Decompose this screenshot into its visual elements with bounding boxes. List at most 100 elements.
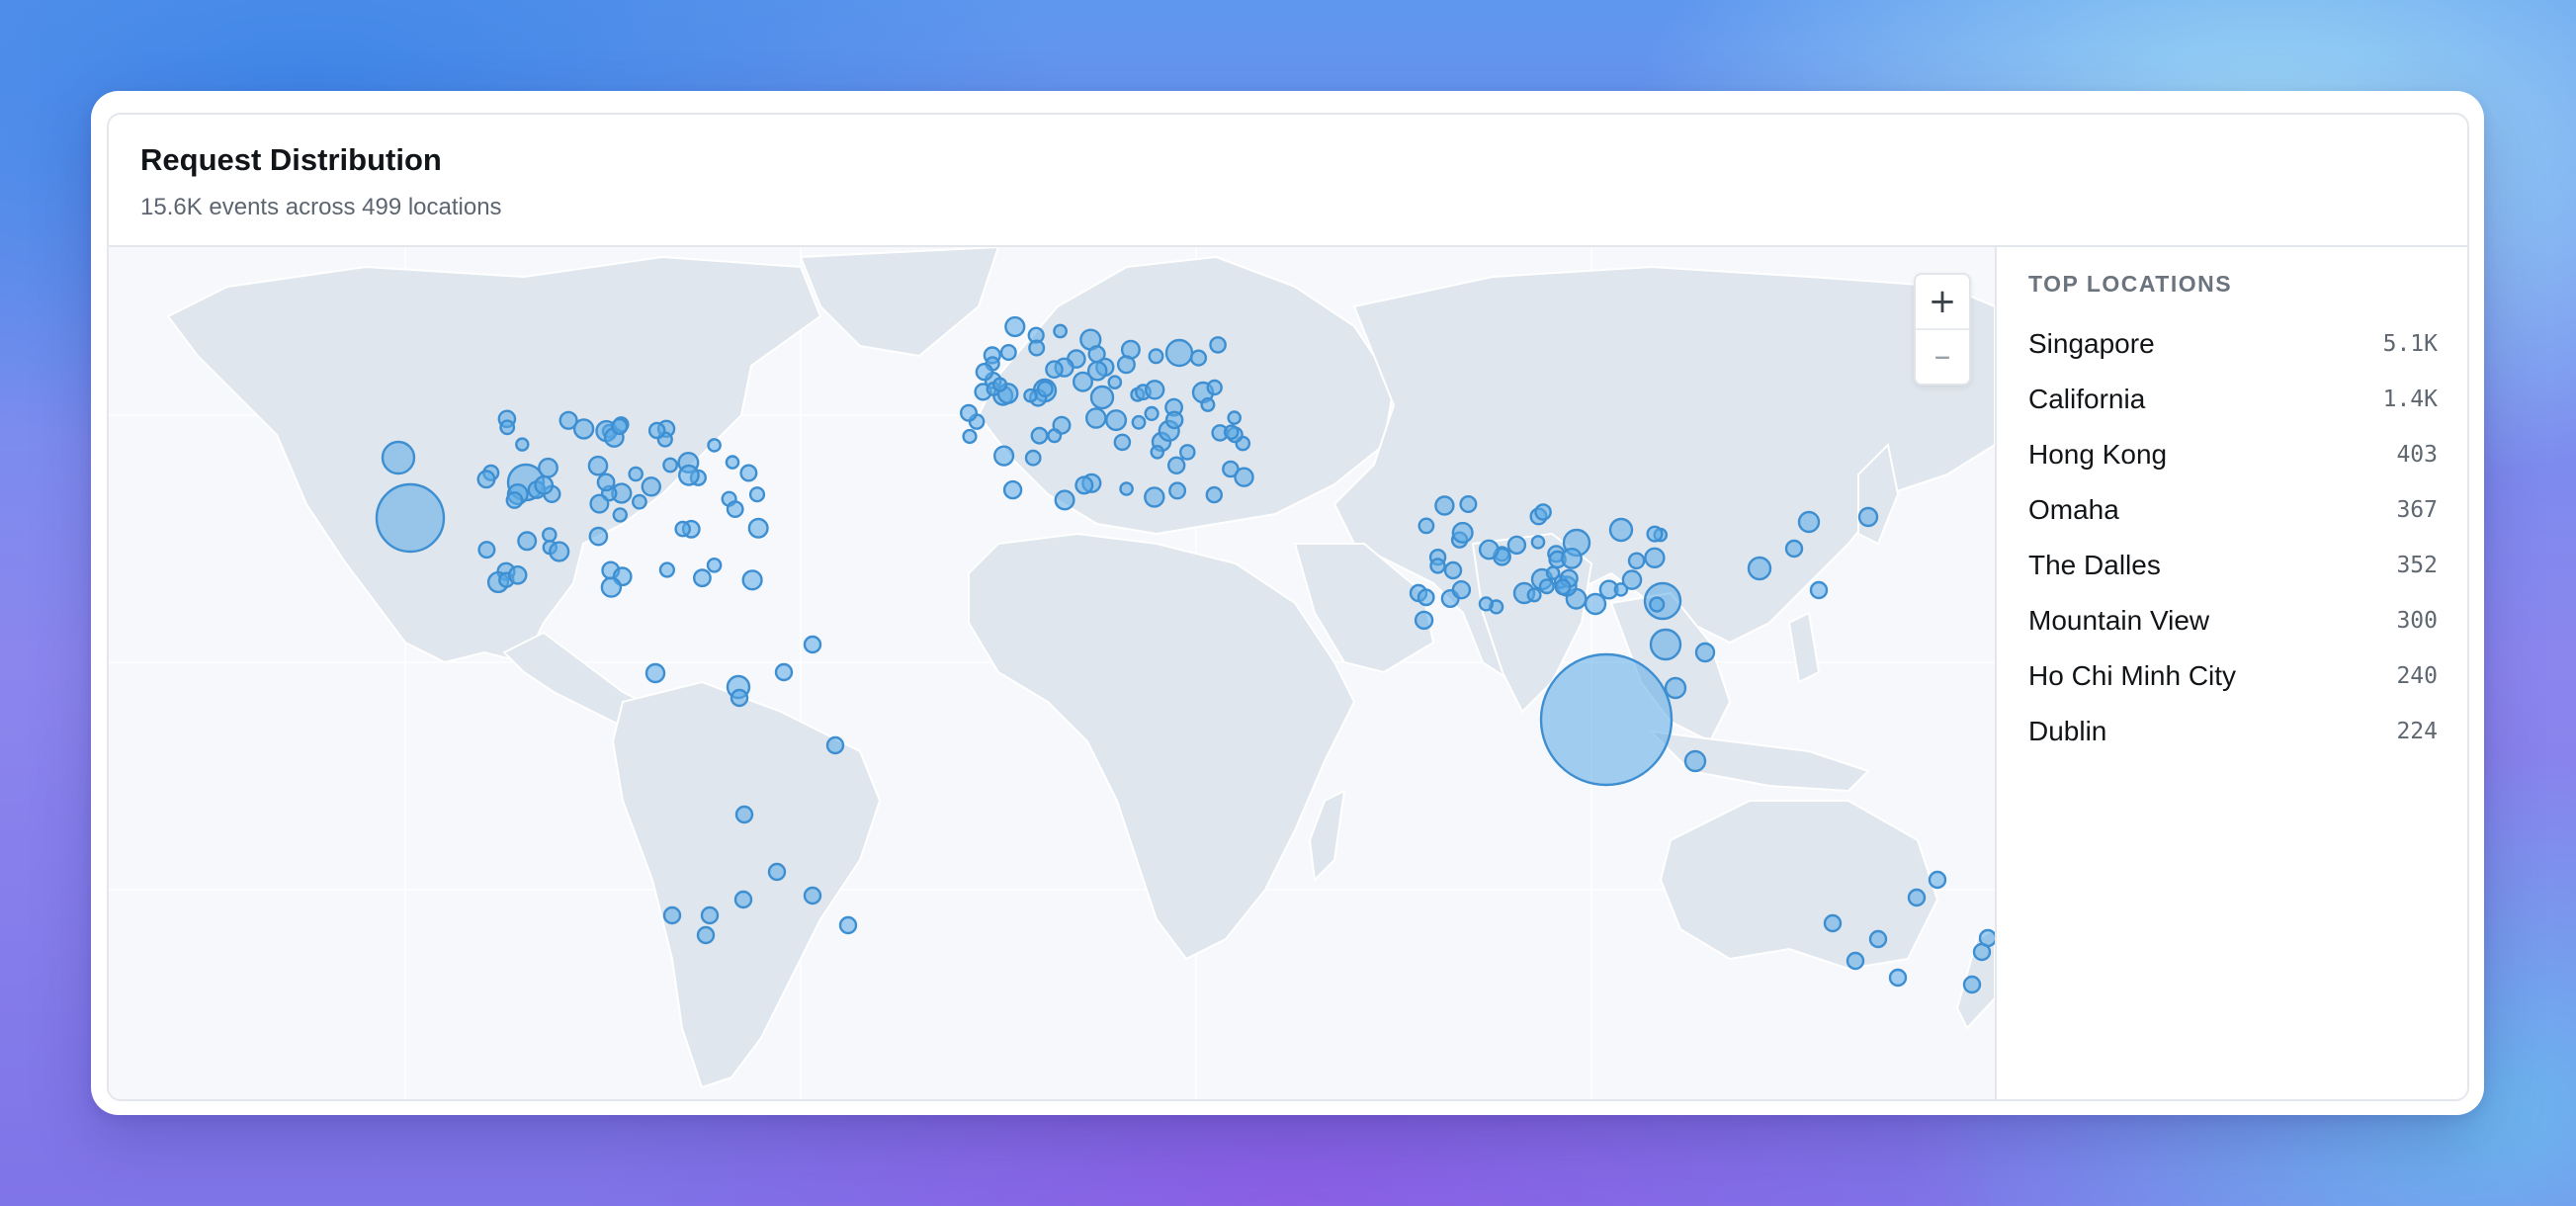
location-bubble[interactable]: [734, 805, 754, 824]
location-bubble[interactable]: [1694, 642, 1716, 663]
location-bubble[interactable]: [1036, 380, 1054, 397]
location-bubble[interactable]: [1506, 535, 1527, 556]
location-bubble[interactable]: [1784, 539, 1804, 559]
location-bubble[interactable]: [975, 362, 994, 382]
location-bubble[interactable]: [538, 457, 558, 478]
location-bubble[interactable]: [1459, 494, 1478, 513]
location-bubble[interactable]: [1539, 652, 1674, 787]
location-bubble[interactable]: [1179, 444, 1196, 461]
location-bubble[interactable]: [1164, 410, 1184, 430]
location-bubble[interactable]: [748, 486, 766, 503]
world-map[interactable]: + –: [109, 247, 1995, 1099]
location-bubble[interactable]: [1451, 521, 1474, 544]
location-bubble[interactable]: [662, 457, 678, 474]
location-bubble[interactable]: [375, 482, 446, 554]
location-bubble[interactable]: [1530, 535, 1546, 550]
location-bubble[interactable]: [1478, 596, 1495, 612]
location-bubble[interactable]: [644, 662, 666, 684]
location-bubble[interactable]: [1028, 339, 1046, 357]
location-bubble[interactable]: [741, 569, 763, 591]
location-bubble[interactable]: [632, 493, 647, 510]
location-bubble[interactable]: [1823, 913, 1843, 933]
zoom-out-button[interactable]: –: [1916, 329, 1969, 383]
location-bubble[interactable]: [767, 862, 787, 882]
location-bubble[interactable]: [730, 688, 749, 708]
location-bubble[interactable]: [700, 905, 720, 925]
location-bubble[interactable]: [589, 493, 610, 514]
location-bubble[interactable]: [558, 410, 578, 430]
location-bubble[interactable]: [628, 466, 644, 482]
location-bubble[interactable]: [1664, 676, 1687, 700]
location-bubble[interactable]: [1434, 495, 1455, 516]
location-bubble[interactable]: [1561, 547, 1583, 569]
location-bubble[interactable]: [1227, 410, 1242, 425]
location-bubble[interactable]: [1002, 479, 1023, 500]
location-row[interactable]: Hong Kong 403: [2028, 427, 2438, 482]
location-bubble[interactable]: [1087, 345, 1106, 364]
location-bubble[interactable]: [1978, 928, 1995, 948]
location-bubble[interactable]: [1168, 481, 1187, 500]
location-bubble[interactable]: [1116, 355, 1136, 375]
location-bubble[interactable]: [1089, 385, 1115, 410]
location-bubble[interactable]: [707, 438, 722, 453]
location-bubble[interactable]: [1649, 628, 1682, 661]
location-bubble[interactable]: [1478, 539, 1500, 560]
location-bubble[interactable]: [647, 421, 666, 440]
location-bubble[interactable]: [1538, 578, 1555, 595]
location-bubble[interactable]: [774, 662, 794, 682]
location-bubble[interactable]: [803, 886, 822, 905]
location-bubble[interactable]: [1223, 424, 1240, 440]
location-bubble[interactable]: [1417, 588, 1435, 607]
location-bubble[interactable]: [1004, 315, 1026, 338]
location-bubble[interactable]: [1113, 433, 1132, 452]
location-bubble[interactable]: [1045, 360, 1064, 379]
location-row[interactable]: California 1.4K: [2028, 372, 2438, 427]
location-bubble[interactable]: [962, 428, 978, 445]
location-bubble[interactable]: [541, 527, 558, 543]
location-bubble[interactable]: [1584, 592, 1607, 616]
location-bubble[interactable]: [706, 557, 723, 573]
location-bubble[interactable]: [1962, 975, 1982, 994]
location-bubble[interactable]: [1554, 578, 1572, 596]
location-bubble[interactable]: [587, 455, 609, 476]
location-bubble[interactable]: [515, 437, 530, 452]
location-bubble[interactable]: [588, 526, 609, 547]
location-bubble[interactable]: [1747, 556, 1772, 581]
location-bubble[interactable]: [600, 576, 623, 598]
zoom-in-button[interactable]: +: [1916, 275, 1969, 330]
location-bubble[interactable]: [733, 890, 753, 909]
location-bubble[interactable]: [1621, 569, 1643, 590]
location-bubble[interactable]: [1144, 405, 1159, 422]
location-bubble[interactable]: [477, 541, 496, 560]
location-bubble[interactable]: [1166, 456, 1186, 475]
location-bubble[interactable]: [1107, 375, 1123, 389]
location-bubble[interactable]: [658, 561, 676, 578]
location-bubble[interactable]: [1797, 510, 1821, 534]
location-bubble[interactable]: [662, 905, 682, 925]
location-bubble[interactable]: [1868, 929, 1888, 949]
location-bubble[interactable]: [1074, 475, 1094, 495]
location-bubble[interactable]: [1414, 610, 1434, 631]
location-bubble[interactable]: [1206, 379, 1223, 396]
location-bubble[interactable]: [1545, 565, 1561, 580]
location-bubble[interactable]: [803, 635, 822, 654]
location-bubble[interactable]: [1646, 525, 1664, 543]
location-bubble[interactable]: [507, 564, 528, 585]
location-bubble[interactable]: [499, 419, 516, 436]
location-row[interactable]: The Dalles 352: [2028, 538, 2438, 593]
location-bubble[interactable]: [612, 507, 628, 523]
location-bubble[interactable]: [549, 541, 570, 562]
location-bubble[interactable]: [696, 925, 716, 945]
location-bubble[interactable]: [1451, 580, 1472, 600]
location-bubble[interactable]: [1809, 580, 1829, 600]
location-bubble[interactable]: [992, 445, 1015, 467]
location-bubble[interactable]: [1148, 348, 1164, 365]
location-bubble[interactable]: [825, 735, 845, 755]
location-bubble[interactable]: [1888, 968, 1908, 988]
location-bubble[interactable]: [517, 531, 538, 552]
location-row[interactable]: Dublin 224: [2028, 704, 2438, 759]
location-bubble[interactable]: [739, 464, 758, 482]
location-bubble[interactable]: [1846, 951, 1865, 971]
location-bubble[interactable]: [1119, 481, 1134, 496]
location-bubble[interactable]: [1644, 547, 1666, 568]
